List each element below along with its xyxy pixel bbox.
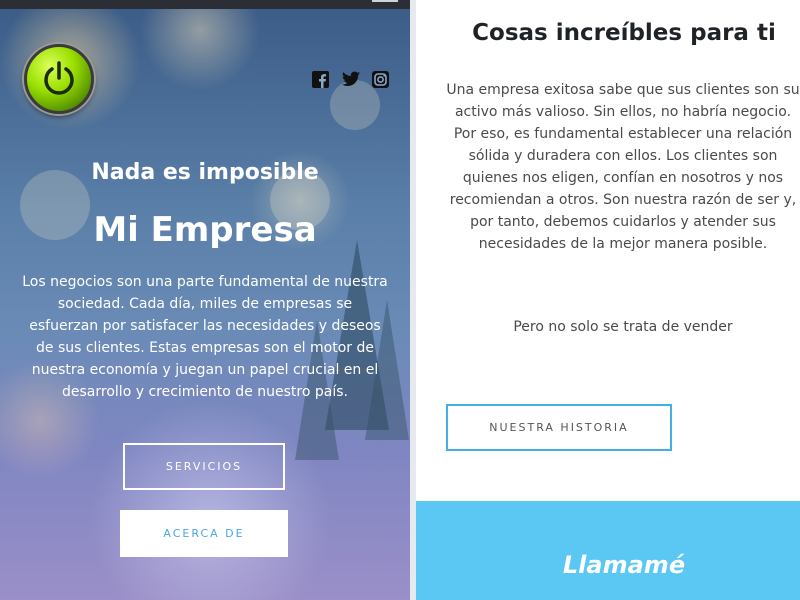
hero-panel: Nada es imposible Mi Empresa Los negocio… xyxy=(0,0,410,600)
menu-icon[interactable] xyxy=(372,0,398,2)
hero-tagline: Nada es imposible xyxy=(91,160,319,185)
section-body-text: Una empresa exitosa sabe que sus cliente… xyxy=(446,82,800,252)
history-button[interactable]: NUESTRA HISTORIA xyxy=(446,404,672,451)
brand-title: Mi Empresa xyxy=(93,210,317,250)
top-bar xyxy=(0,0,410,9)
services-button[interactable]: SERVICIOS xyxy=(123,443,285,490)
section-title: Cosas increíbles para ti xyxy=(472,20,776,46)
call-banner[interactable]: Llamamé xyxy=(416,501,800,600)
twitter-icon[interactable] xyxy=(342,71,360,88)
instagram-icon[interactable] xyxy=(372,71,389,88)
about-button[interactable]: ACERCA DE xyxy=(120,510,288,557)
hero-intro-text: Los negocios son una parte fundamental d… xyxy=(22,274,388,400)
call-label: Llamamé xyxy=(562,551,686,579)
facebook-icon[interactable] xyxy=(312,71,329,88)
section-subline: Pero no solo se trata de vender xyxy=(513,319,733,335)
power-logo-icon[interactable] xyxy=(24,44,94,114)
content-panel: Cosas increíbles para ti Una empresa exi… xyxy=(416,0,800,600)
